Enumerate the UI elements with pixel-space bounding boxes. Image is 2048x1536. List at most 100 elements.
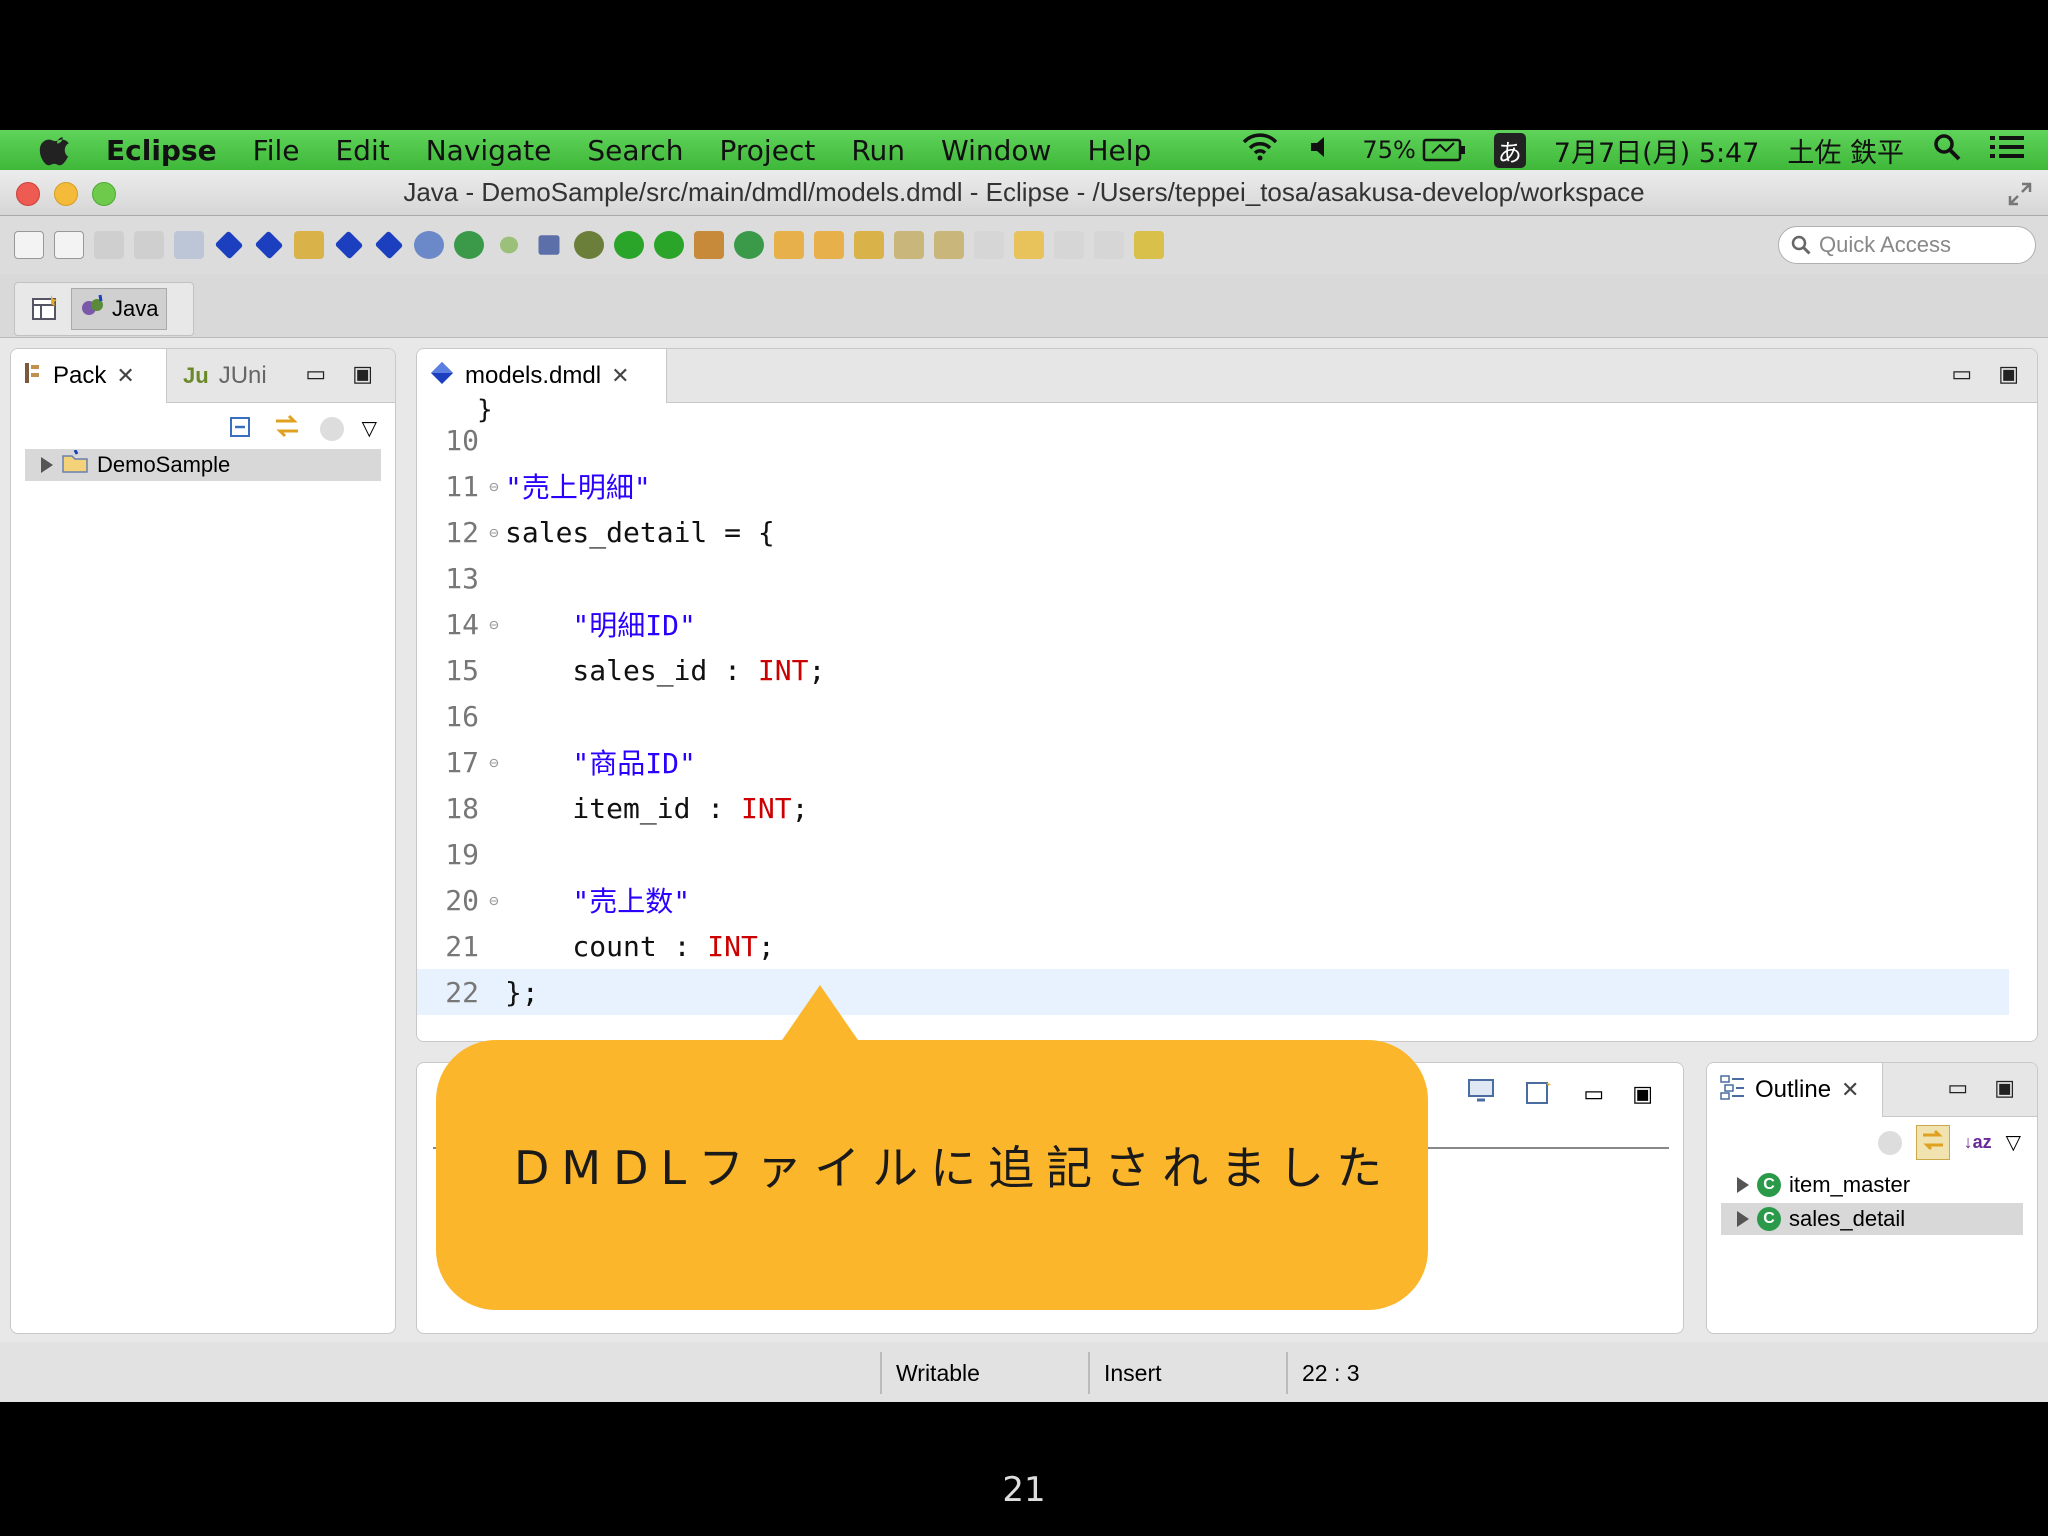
project-demosample[interactable]: DemoSample [25,449,381,481]
menubar-clock[interactable]: 7月7日(月) 5:47 [1554,131,1760,170]
fold-marker-icon[interactable]: ⊖ [483,523,505,542]
debug-icon[interactable] [574,231,604,259]
new-class-icon[interactable] [454,231,484,259]
expand-icon[interactable] [1737,1211,1749,1227]
dmdl-compile-icon[interactable] [254,230,284,260]
tab-package-explorer[interactable]: Pack ✕ [11,349,167,403]
code-line[interactable]: 12 ⊖ sales_detail = { [417,509,2009,555]
close-editor-icon[interactable]: ✕ [611,363,629,389]
apple-icon[interactable] [38,133,76,167]
tab-outline[interactable]: Outline ✕ [1707,1063,1883,1117]
view-menu-icon[interactable]: ▽ [362,416,377,441]
battery-status[interactable]: 75% [1362,136,1465,164]
save-icon[interactable] [94,231,124,259]
close-tab-icon[interactable]: ✕ [116,363,134,389]
menu-app-eclipse[interactable]: Eclipse [106,134,217,167]
code-line[interactable]: 17 ⊖ "商品ID" [417,739,2009,785]
maximize-editor-icon[interactable]: ▣ [1998,361,2019,387]
run-last-icon[interactable] [500,236,518,254]
sort-az-icon[interactable]: ↓az [1964,1132,1992,1153]
search-tool-icon[interactable] [854,231,884,259]
tab-models-dmdl[interactable]: models.dmdl ✕ [417,349,667,403]
menu-navigate[interactable]: Navigate [426,134,552,167]
menu-edit[interactable]: Edit [335,134,389,167]
menubar-user[interactable]: 土佐 鉄平 [1787,131,1904,170]
open-perspective-icon[interactable] [31,293,59,326]
perspective-java[interactable]: Java [71,288,168,330]
previous-annotation-icon[interactable] [934,231,964,259]
open-resource-icon[interactable] [814,231,844,259]
outline-menu-icon[interactable]: ▽ [2006,1130,2021,1155]
code-line[interactable]: 22}; [417,969,2009,1015]
new-wizard-icon[interactable] [54,231,84,259]
maximize-view-icon[interactable]: ▣ [352,361,373,387]
next-annotation-icon[interactable] [894,231,924,259]
code-line[interactable]: 19 [417,831,2009,877]
volume-icon[interactable] [1308,134,1334,167]
outline-item[interactable]: C item_master [1721,1169,2023,1201]
coverage-icon[interactable] [654,231,684,259]
fullscreen-icon[interactable] [2006,180,2034,215]
code-line[interactable]: 13 [417,555,2009,601]
fold-marker-icon[interactable]: ⊖ [483,477,505,496]
code-editor[interactable]: } 10 11 ⊖ "売上明細" 12 ⊖ sales_detail = {13 14 ⊖ "明… [417,395,2037,1041]
open-console-icon[interactable] [1525,1077,1555,1111]
back-icon[interactable] [1014,231,1044,259]
code-line[interactable]: 15 sales_id : INT; [417,647,2009,693]
focus-outline-icon[interactable] [1877,1130,1902,1155]
print-icon[interactable] [174,231,204,259]
expand-icon[interactable] [41,457,53,473]
minimize-window-button[interactable] [54,182,78,206]
close-outline-icon[interactable]: ✕ [1841,1077,1859,1103]
spotlight-icon[interactable] [1932,132,1962,169]
run-icon[interactable] [614,231,644,259]
code-line[interactable]: 14 ⊖ "明細ID" [417,601,2009,647]
asakusa-deploy-icon[interactable] [374,230,404,260]
display-console-icon[interactable] [1467,1078,1497,1110]
build-icon[interactable] [294,231,324,259]
minimize-console-icon[interactable]: ▭ [1583,1081,1604,1107]
code-line[interactable]: 16 [417,693,2009,739]
code-line[interactable]: 18 item_id : INT; [417,785,2009,831]
menu-help[interactable]: Help [1087,134,1151,167]
code-line[interactable]: 20 ⊖ "売上数" [417,877,2009,923]
focus-icon[interactable] [319,416,344,441]
notification-list-icon[interactable] [1990,133,2024,168]
dmdl-icon[interactable] [214,230,244,260]
menu-project[interactable]: Project [720,134,816,167]
minimize-view-icon[interactable]: ▭ [305,361,326,387]
pin-editor-icon[interactable] [1094,231,1124,259]
new-package-icon[interactable] [694,231,724,259]
new-icon[interactable] [14,231,44,259]
wifi-icon[interactable] [1240,132,1280,169]
code-line[interactable]: 11 ⊖ "売上明細" [417,463,2009,509]
menu-window[interactable]: Window [941,134,1051,167]
quick-access-field[interactable]: Quick Access [1778,226,2036,264]
open-type-icon[interactable] [774,231,804,259]
expand-icon[interactable] [1737,1177,1749,1193]
minimize-outline-icon[interactable]: ▭ [1947,1075,1968,1101]
link-with-editor-icon[interactable] [272,413,302,444]
fold-marker-icon[interactable]: ⊖ [483,615,505,634]
outline-item-selected[interactable]: C sales_detail [1721,1203,2023,1235]
zoom-window-button[interactable] [92,182,116,206]
menu-search[interactable]: Search [587,134,683,167]
link-outline-icon[interactable] [1915,1125,1950,1160]
menu-run[interactable]: Run [851,134,905,167]
code-line[interactable]: 10 [417,417,2009,463]
skip-breakpoints-icon[interactable] [538,235,560,255]
fold-marker-icon[interactable]: ⊖ [483,891,505,910]
maximize-console-icon[interactable]: ▣ [1632,1081,1653,1107]
input-method-indicator[interactable]: あ [1493,132,1526,168]
minimize-editor-icon[interactable]: ▭ [1951,361,1972,387]
maximize-outline-icon[interactable]: ▣ [1994,1075,2015,1101]
close-window-button[interactable] [16,182,40,206]
tab-junit[interactable]: Ju JUni [171,349,279,403]
menu-file[interactable]: File [253,134,300,167]
fold-marker-icon[interactable]: ⊖ [483,753,505,772]
last-edit-icon[interactable] [974,231,1004,259]
annotation-icon[interactable] [414,231,444,259]
highlight-icon[interactable] [1134,231,1164,259]
save-all-icon[interactable] [134,231,164,259]
collapse-all-icon[interactable] [228,413,254,444]
